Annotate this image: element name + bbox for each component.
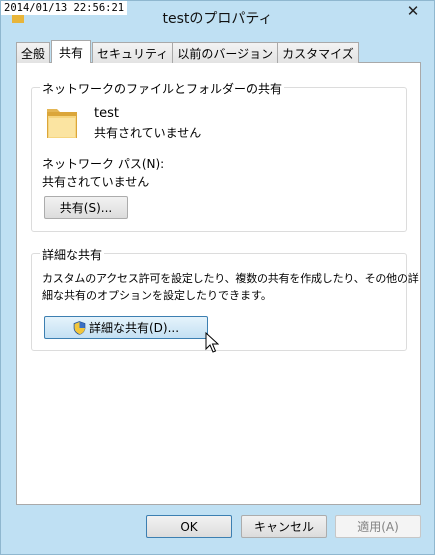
group-title: 詳細な共有 (40, 246, 105, 263)
advanced-sharing-button[interactable]: 詳細な共有(D)... (44, 316, 208, 339)
tab-general[interactable]: 全般 (16, 42, 51, 63)
folder-share-status: 共有されていません (94, 126, 202, 140)
mouse-cursor-icon (205, 332, 219, 353)
tab-security[interactable]: セキュリティ (92, 42, 174, 63)
tab-customize[interactable]: カスタマイズ (277, 42, 359, 63)
network-sharing-group: ネットワークのファイルとフォルダーの共有 test 共有されていません ネットワ… (31, 80, 407, 232)
folder-icon (47, 109, 77, 138)
tab-previous-versions[interactable]: 以前のバージョン (172, 42, 279, 63)
uac-shield-icon (73, 320, 86, 335)
cancel-button[interactable]: キャンセル (241, 515, 327, 538)
group-title: ネットワークのファイルとフォルダーの共有 (40, 80, 285, 97)
tab-sharing[interactable]: 共有 (51, 40, 92, 63)
tab-strip: 全般 共有 セキュリティ 以前のバージョン カスタマイズ (16, 40, 359, 63)
close-icon: ✕ (406, 2, 420, 20)
advanced-sharing-group: 詳細な共有 カスタムのアクセス許可を設定したり、複数の共有を作成したり、その他の… (31, 246, 419, 353)
close-button[interactable]: ✕ (398, 1, 428, 21)
advanced-sharing-button-label: 詳細な共有(D)... (88, 321, 180, 335)
share-button[interactable]: 共有(S)... (44, 196, 128, 219)
timestamp-overlay: 2014/01/13 22:56:21 (1, 1, 128, 15)
advanced-sharing-description-line2: 細な共有のオプションを設定したりできます。 (42, 289, 272, 302)
folder-name: test (94, 106, 119, 121)
network-path-label: ネットワーク パス(N): (42, 157, 165, 171)
advanced-sharing-description-line1: カスタムのアクセス許可を設定したり、複数の共有を作成したり、その他の詳 (42, 272, 419, 285)
network-path-value: 共有されていません (42, 175, 150, 189)
apply-button: 適用(A) (335, 515, 421, 538)
tab-content-panel: ネットワークのファイルとフォルダーの共有 test 共有されていません ネットワ… (16, 62, 421, 505)
properties-window: testのプロパティ ✕ 2014/01/13 22:56:21 ネットワークの… (0, 0, 435, 555)
ok-button[interactable]: OK (146, 515, 232, 538)
